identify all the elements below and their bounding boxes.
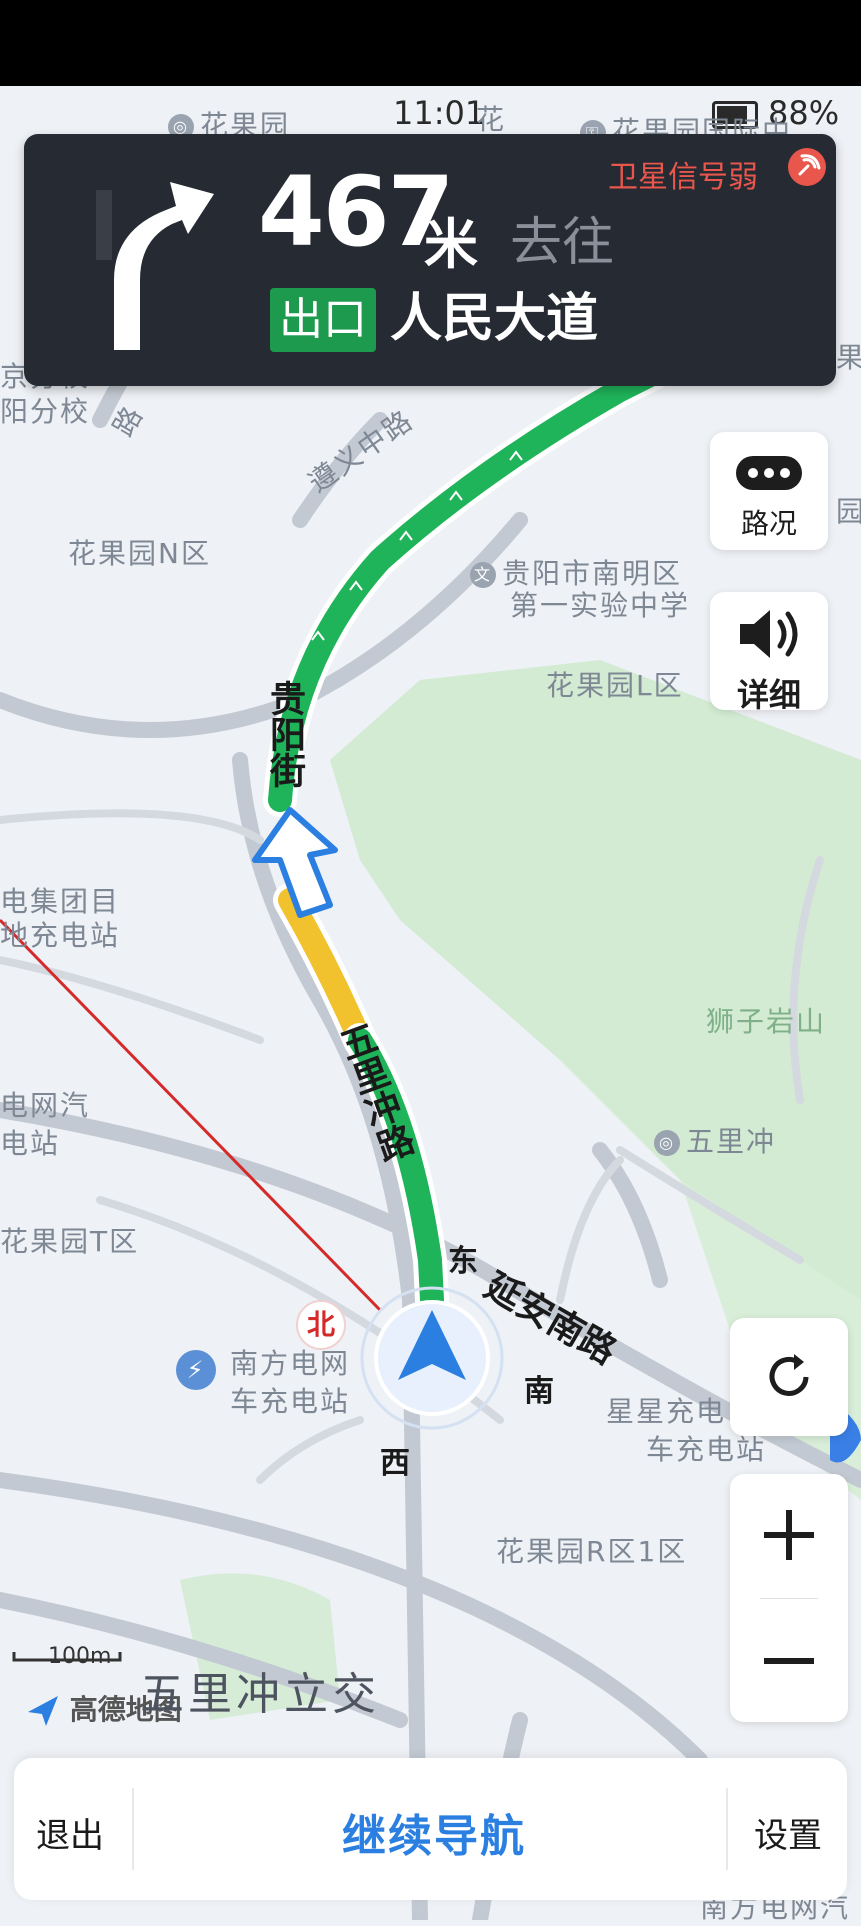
poi-label: 车充电站 <box>230 1385 351 1418</box>
poi-label: 第一实验中学 <box>510 589 691 622</box>
distance-unit: 米 <box>424 213 478 276</box>
area-label: 狮子岩山 <box>706 1005 827 1038</box>
poi-label: 南方电网 <box>230 1347 351 1380</box>
compass-north: 北 <box>306 1308 335 1341</box>
charging-icon: ⚡ <box>176 1350 222 1390</box>
area-label: 阳分校 <box>0 395 91 428</box>
exit-button[interactable]: 退出 <box>36 1808 104 1857</box>
route-road-label: 贵阳街 <box>264 680 305 788</box>
area-label: 花果园R区1区 <box>496 1535 688 1568</box>
area-label: 花果园N区 <box>68 537 211 570</box>
top-black-bar <box>0 0 861 86</box>
divider <box>132 1788 134 1870</box>
road-label: 花 <box>476 103 507 136</box>
settings-button[interactable]: 设置 <box>754 1808 822 1857</box>
amap-logo-icon <box>26 1694 60 1728</box>
satellite-icon <box>788 148 826 186</box>
poi-label: 电站 <box>0 1127 61 1160</box>
detail-button[interactable]: 详细 <box>710 592 828 714</box>
junction-label: 五里冲立交 <box>140 1669 380 1720</box>
area-label: 园 <box>836 495 861 528</box>
traffic-label: 路况 <box>740 507 797 540</box>
compass-south: 南 <box>524 1374 554 1409</box>
speaker-icon <box>736 606 806 666</box>
refresh-button[interactable] <box>730 1318 848 1436</box>
area-label: 花果园L区 <box>546 669 684 702</box>
gps-weak-label: 卫星信号弱 <box>608 160 758 195</box>
poi-label: 星星充电 <box>606 1395 727 1428</box>
continue-navigation-button[interactable]: 继续导航 <box>284 1800 584 1864</box>
zoom-control <box>730 1474 848 1722</box>
area-label: 花果园T区 <box>0 1225 140 1258</box>
poi-label: ◎ 五里冲 <box>654 1120 776 1160</box>
turn-right-arrow-icon <box>96 160 226 364</box>
metro-icon: ◎ <box>654 1130 680 1156</box>
poi-label: 地充电站 <box>0 919 121 952</box>
area-label: 果 <box>836 341 861 374</box>
plus-icon-vertical <box>786 1510 792 1560</box>
divider <box>726 1788 728 1870</box>
minus-icon <box>764 1658 814 1664</box>
goto-label: 去往 <box>510 213 615 273</box>
compass-east: 东 <box>448 1244 478 1279</box>
more-dots-icon <box>736 456 802 490</box>
zoom-out-button[interactable] <box>730 1598 848 1722</box>
refresh-icon <box>762 1350 816 1408</box>
poi-label: 电网汽 <box>0 1089 91 1122</box>
status-time: 11:01 <box>393 94 486 132</box>
school-icon: 文 <box>470 562 496 588</box>
compass-west: 西 <box>380 1446 410 1481</box>
scale-label: 100m <box>48 1644 112 1669</box>
zoom-in-button[interactable] <box>730 1474 848 1598</box>
north-badge: 北 <box>296 1300 346 1350</box>
traffic-button[interactable]: 路况 <box>710 432 828 550</box>
detail-label: 详细 <box>736 676 801 714</box>
target-road-name: 人民大道 <box>390 289 599 349</box>
exit-badge: 出口 <box>270 288 376 352</box>
bottom-action-bar: 退出 继续导航 设置 <box>14 1758 847 1900</box>
